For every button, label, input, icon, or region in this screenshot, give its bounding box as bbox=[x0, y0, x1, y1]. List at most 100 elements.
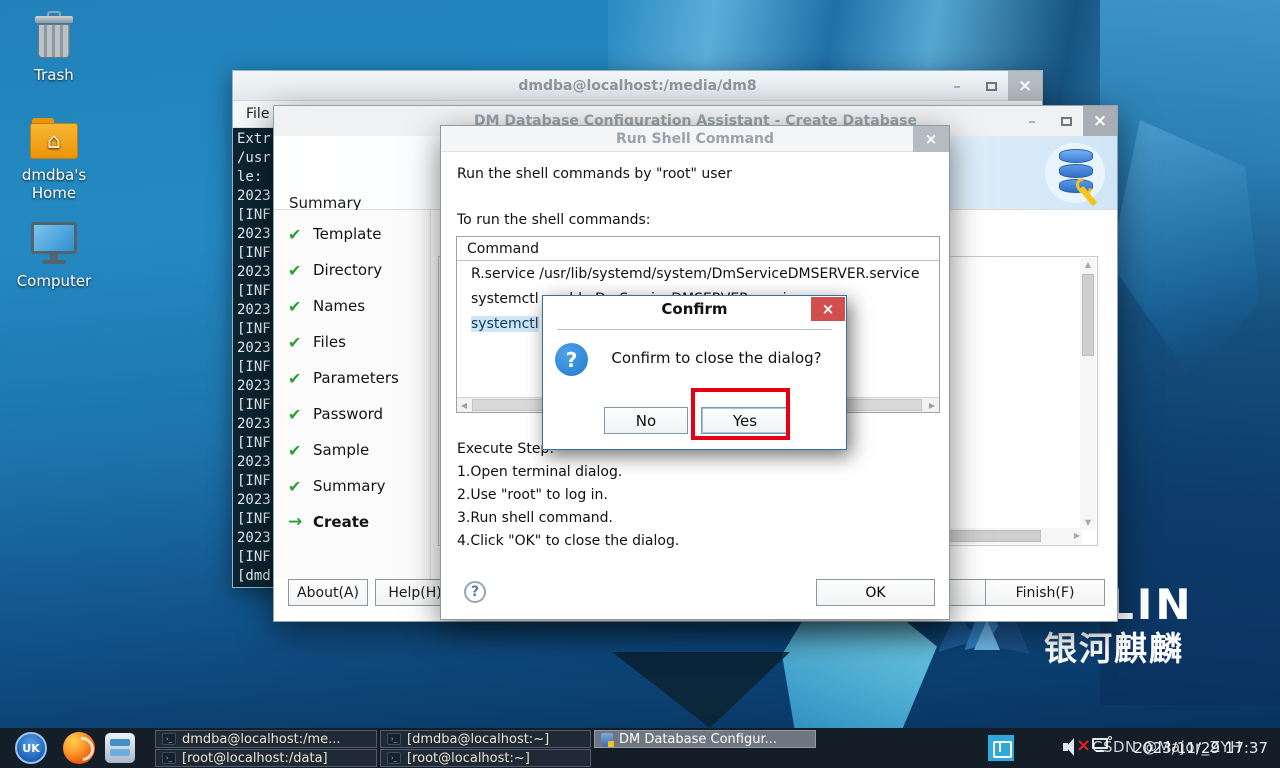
maximize-icon[interactable] bbox=[974, 71, 1008, 101]
desktop-icon-label: Trash bbox=[34, 66, 74, 84]
taskbar-window-terminal-media[interactable]: ›_ dmdba@localhost:/me... bbox=[155, 730, 377, 748]
dialog-title: Confirm bbox=[661, 300, 728, 318]
wizard-step[interactable]: ✔ Names bbox=[274, 288, 430, 324]
dialog-intro-text: Run the shell commands by "root" user bbox=[457, 166, 732, 182]
desktop-icon-label: Computer bbox=[16, 272, 92, 290]
command-text: systemctl bbox=[471, 315, 539, 332]
ok-button[interactable]: OK bbox=[816, 579, 935, 606]
dialog-titlebar[interactable]: Run Shell Command × bbox=[441, 126, 949, 152]
desktop-icon-computer[interactable]: Computer bbox=[2, 222, 106, 290]
wizard-step[interactable]: ✔ Parameters bbox=[274, 360, 430, 396]
file-manager-icon[interactable] bbox=[105, 733, 135, 763]
scroll-right-icon[interactable]: ▶ bbox=[1074, 528, 1080, 544]
command-row[interactable]: R.service /usr/lib/systemd/system/DmServ… bbox=[457, 261, 939, 286]
step-status-icon: ✔ bbox=[288, 368, 302, 388]
close-icon[interactable]: × bbox=[913, 126, 949, 152]
taskbar-window-terminal-root-home[interactable]: ›_ [root@localhost:~] bbox=[380, 749, 591, 767]
taskbar-window-label: DM Database Configur... bbox=[619, 731, 778, 747]
mute-x-icon: × bbox=[1076, 735, 1092, 756]
start-menu-button[interactable]: UK bbox=[15, 732, 47, 764]
trash-icon bbox=[32, 10, 76, 60]
scroll-down-icon[interactable]: ▼ bbox=[1080, 516, 1096, 530]
dialog-titlebar[interactable]: Confirm × bbox=[543, 296, 846, 322]
minimize-icon[interactable]: – bbox=[1015, 106, 1049, 136]
execute-step-line: 1.Open terminal dialog. bbox=[457, 464, 623, 480]
close-icon[interactable]: × bbox=[1083, 106, 1117, 136]
scrollbar-thumb[interactable] bbox=[1082, 274, 1094, 356]
desktop-icon-trash[interactable]: Trash bbox=[2, 10, 106, 84]
execute-step-line: 2.Use "root" to log in. bbox=[457, 487, 608, 503]
step-status-icon: ✔ bbox=[288, 296, 302, 316]
step-status-icon: ✔ bbox=[288, 440, 302, 460]
no-button[interactable]: No bbox=[604, 407, 688, 434]
wizard-step[interactable]: ✔ Files bbox=[274, 324, 430, 360]
execute-step-line: 3.Run shell command. bbox=[457, 510, 613, 526]
desktop-icon-label: dmdba's Home bbox=[21, 166, 87, 202]
iceberg-notch-graphic bbox=[612, 652, 790, 728]
scroll-left-icon[interactable]: ◀ bbox=[457, 398, 471, 412]
firefox-icon[interactable] bbox=[63, 732, 95, 764]
confirm-dialog: Confirm × ? Confirm to close the dialog?… bbox=[542, 295, 847, 450]
terminal-icon: ›_ bbox=[387, 752, 401, 764]
step-status-icon: ✔ bbox=[288, 404, 302, 424]
step-label: Create bbox=[313, 513, 370, 531]
step-label: Summary bbox=[313, 477, 386, 495]
step-status-icon: → bbox=[288, 512, 303, 532]
wizard-step[interactable]: ✔ Sample bbox=[274, 432, 430, 468]
step-label: Template bbox=[313, 225, 382, 243]
taskbar-window-label: [dmdba@localhost:~] bbox=[407, 731, 550, 747]
database-icon bbox=[1041, 141, 1105, 207]
computer-icon bbox=[29, 222, 79, 266]
step-status-icon: ✔ bbox=[288, 332, 302, 352]
step-status-icon: ✔ bbox=[288, 260, 302, 280]
close-icon[interactable]: × bbox=[1008, 71, 1042, 101]
taskbar-window-terminal-dmdba-home[interactable]: ›_ [dmdba@localhost:~] bbox=[380, 730, 591, 748]
menu-file[interactable]: File bbox=[246, 106, 269, 122]
terminal-titlebar[interactable]: dmdba@localhost:/media/dm8 – × bbox=[233, 71, 1042, 101]
dm-app-icon bbox=[601, 732, 614, 747]
volume-muted-icon[interactable]: × bbox=[1063, 735, 1092, 756]
wizard-step[interactable]: ✔ Directory bbox=[274, 252, 430, 288]
step-status-icon: ✔ bbox=[288, 224, 302, 244]
minimize-icon[interactable]: – bbox=[940, 71, 974, 101]
question-icon: ? bbox=[555, 343, 588, 376]
taskbar-window-label: [root@localhost:~] bbox=[407, 750, 530, 766]
input-method-icon[interactable] bbox=[988, 735, 1014, 761]
step-status-icon: ✔ bbox=[288, 476, 302, 496]
command-table-header: Command bbox=[457, 237, 939, 261]
terminal-icon: ›_ bbox=[162, 752, 176, 764]
step-label: Names bbox=[313, 297, 366, 315]
execute-steps: Execute Step: 1.Open terminal dialog. 2.Us… bbox=[457, 438, 679, 553]
vertical-scrollbar[interactable]: ▲ ▼ bbox=[1080, 258, 1096, 530]
step-label: Directory bbox=[313, 261, 383, 279]
confirm-message: Confirm to close the dialog? bbox=[611, 349, 822, 367]
taskbar-window-dm-configurator[interactable]: DM Database Configur... bbox=[594, 730, 816, 748]
wizard-step[interactable]: ✔ Password bbox=[274, 396, 430, 432]
taskbar: UK ›_ dmdba@localhost:/me... ›_ [dmdba@l… bbox=[0, 728, 1280, 768]
scroll-right-icon[interactable]: ▶ bbox=[925, 398, 939, 412]
close-icon[interactable]: × bbox=[811, 297, 845, 321]
command-text: R.service /usr/lib/systemd/system/DmServ… bbox=[471, 265, 920, 282]
step-label: Sample bbox=[313, 441, 370, 459]
wizard-step-list: ✔ Template ✔ Directory ✔ Names ✔ Files ✔… bbox=[274, 210, 431, 579]
scroll-up-icon[interactable]: ▲ bbox=[1080, 258, 1096, 272]
wizard-step[interactable]: → Create bbox=[274, 504, 430, 540]
maximize-icon[interactable] bbox=[1049, 106, 1083, 136]
kylin-brand-text-cn: 银河麒麟 bbox=[1044, 629, 1184, 668]
home-folder-icon: ⌂ bbox=[30, 118, 78, 160]
desktop-icon-home[interactable]: ⌂ dmdba's Home bbox=[2, 118, 106, 202]
about-button[interactable]: About(A) bbox=[288, 579, 368, 606]
terminal-icon: ›_ bbox=[162, 733, 176, 745]
wizard-step[interactable]: ✔ Template bbox=[274, 216, 430, 252]
terminal-icon: ›_ bbox=[387, 733, 401, 745]
csdn-watermark: CSDN @Major_ZYH bbox=[1092, 738, 1242, 756]
taskbar-window-label: dmdba@localhost:/me... bbox=[182, 731, 341, 747]
help-question-icon[interactable]: ? bbox=[464, 581, 486, 603]
yes-button[interactable]: Yes bbox=[701, 407, 789, 434]
step-label: Password bbox=[313, 405, 384, 423]
divider bbox=[557, 329, 832, 330]
taskbar-window-terminal-root-data[interactable]: ›_ [root@localhost:/data] bbox=[155, 749, 377, 767]
wizard-step[interactable]: ✔ Summary bbox=[274, 468, 430, 504]
finish-button[interactable]: Finish(F) bbox=[985, 579, 1105, 606]
terminal-title: dmdba@localhost:/media/dm8 bbox=[518, 77, 757, 94]
